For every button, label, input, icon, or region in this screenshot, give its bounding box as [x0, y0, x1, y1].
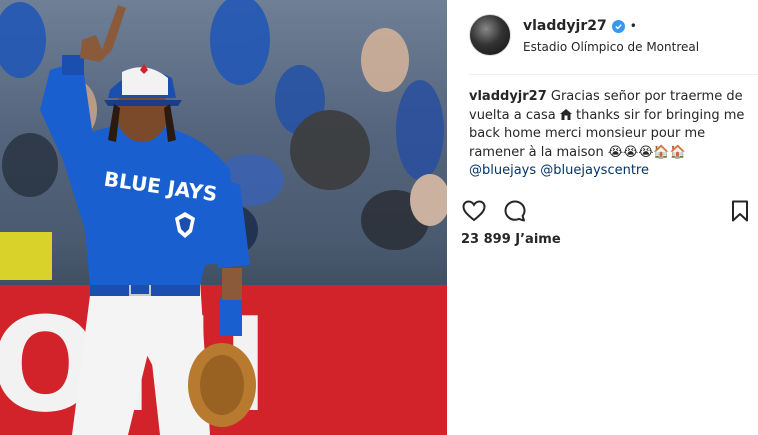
- baseball-player-image: ONI BLUE JAYS: [0, 0, 447, 435]
- house-icon: [559, 108, 576, 123]
- likes-count[interactable]: 23 899 J’aime: [461, 232, 561, 247]
- caption-username-link[interactable]: vladdyjr27: [469, 89, 547, 104]
- post-panel: vladdyjr27 • Estadio Olímpico de Montrea…: [447, 0, 758, 435]
- action-bar: [447, 196, 758, 226]
- avatar[interactable]: [469, 14, 511, 56]
- header-divider: [469, 74, 758, 75]
- mention-link-bluejays[interactable]: @bluejays: [469, 163, 536, 178]
- bookmark-icon[interactable]: [727, 198, 753, 224]
- heart-icon[interactable]: [461, 198, 487, 224]
- username-link[interactable]: vladdyjr27: [523, 18, 607, 34]
- username-row: vladdyjr27 •: [523, 18, 637, 34]
- separator-dot: •: [629, 19, 637, 33]
- caption-emojis: 😭😭😭🏠🏠: [607, 144, 686, 160]
- post-photo[interactable]: ONI BLUE JAYS: [0, 0, 447, 435]
- post-caption: vladdyjr27 Gracias señor por traerme de …: [469, 88, 754, 181]
- mention-link-bluejayscentre[interactable]: @bluejayscentre: [540, 163, 649, 178]
- comment-icon[interactable]: [502, 198, 528, 224]
- location-link[interactable]: Estadio Olímpico de Montreal: [523, 40, 699, 54]
- verified-badge-icon: [611, 19, 625, 33]
- post-header: vladdyjr27 • Estadio Olímpico de Montrea…: [447, 0, 758, 74]
